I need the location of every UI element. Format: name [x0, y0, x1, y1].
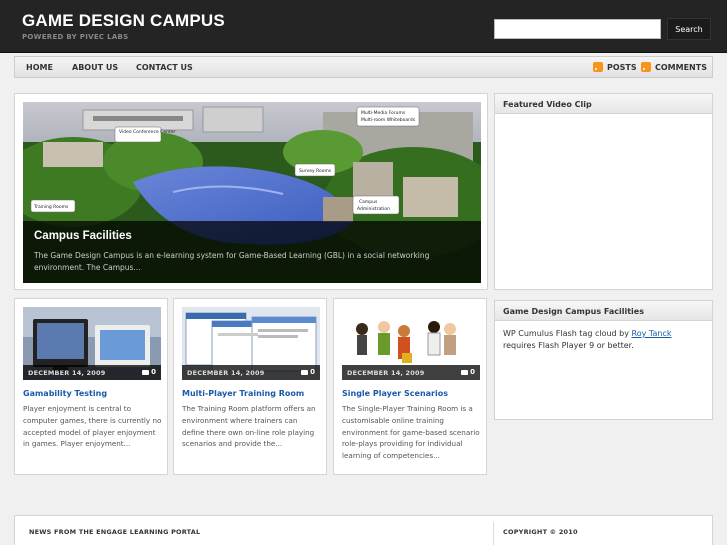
comments-feed-link[interactable]: COMMENTS	[641, 62, 707, 72]
site-header: GAME DESIGN CAMPUS POWERED BY PIVEC LABS…	[0, 0, 727, 53]
widget-title: Game Design Campus Facilities	[495, 301, 712, 321]
post-thumbnail[interactable]: DECEMBER 14, 2009 0	[23, 307, 161, 380]
comment-bubble-icon	[301, 369, 309, 375]
rss-icon	[641, 62, 651, 72]
svg-text:Multi-room Whiteboards: Multi-room Whiteboards	[361, 117, 416, 123]
post-title[interactable]: Single Player Scenarios	[342, 389, 448, 398]
post-meta-bar: DECEMBER 14, 2009 0	[23, 365, 161, 380]
comment-count[interactable]: 0	[301, 368, 315, 376]
footer-news-heading: NEWS FROM THE ENGAGE LEARNING PORTAL	[29, 528, 201, 536]
post-date: DECEMBER 14, 2009	[347, 369, 425, 377]
comment-bubble-icon	[142, 369, 150, 375]
post-title[interactable]: Multi-Player Training Room	[182, 389, 304, 398]
comments-feed-label: COMMENTS	[655, 62, 707, 72]
facilities-widget: Game Design Campus Facilities WP Cumulus…	[494, 300, 713, 420]
posts-feed-label: POSTS	[607, 62, 637, 72]
post-thumbnail[interactable]: DECEMBER 14, 2009 0	[182, 307, 320, 380]
post-title[interactable]: Gamability Testing	[23, 389, 107, 398]
post-card: DECEMBER 14, 2009 0 Gamability Testing P…	[14, 298, 168, 475]
site-tagline: POWERED BY PIVEC LABS	[22, 33, 129, 41]
nav-item-contact-us[interactable]: CONTACT US	[136, 63, 193, 72]
image-label: Video Conference Center	[119, 129, 175, 135]
post-card: DECEMBER 14, 2009 0 Single Player Scenar…	[333, 298, 487, 475]
svg-text:Multi-Media Forums: Multi-Media Forums	[361, 110, 406, 116]
post-excerpt: The Single-Player Training Room is a cus…	[342, 404, 480, 461]
rss-icon	[593, 62, 603, 72]
widget-title: Featured Video Clip	[495, 94, 712, 114]
featured-title[interactable]: Campus Facilities	[34, 230, 132, 242]
post-meta-bar: DECEMBER 14, 2009 0	[342, 365, 480, 380]
svg-text:Campus: Campus	[359, 199, 378, 205]
svg-text:Training Rooms: Training Rooms	[33, 204, 69, 210]
post-excerpt: The Training Room platform offers an env…	[182, 404, 316, 449]
comment-count[interactable]: 0	[461, 368, 475, 376]
widget-text: WP Cumulus Flash tag cloud by Roy Tanck …	[503, 329, 672, 350]
post-date: DECEMBER 14, 2009	[187, 369, 265, 377]
site-title[interactable]: GAME DESIGN CAMPUS	[22, 11, 225, 31]
footer-divider	[493, 522, 494, 545]
comment-bubble-icon	[461, 369, 469, 375]
site-footer: NEWS FROM THE ENGAGE LEARNING PORTAL COP…	[14, 515, 713, 545]
roy-tanck-link[interactable]: Roy Tanck	[632, 329, 672, 338]
nav-item-about-us[interactable]: ABOUT US	[72, 63, 118, 72]
post-date: DECEMBER 14, 2009	[28, 369, 106, 377]
featured-caption: Campus Facilities The Game Design Campus…	[23, 221, 481, 283]
main-nav: HOME ABOUT US CONTACT US POSTS COMMENTS	[14, 56, 713, 78]
comment-count[interactable]: 0	[142, 368, 156, 376]
svg-text:Survey Rooms: Survey Rooms	[299, 168, 332, 174]
footer-copyright: COPYRIGHT © 2010	[503, 528, 578, 536]
featured-excerpt: The Game Design Campus is an e-learning …	[34, 251, 430, 272]
posts-feed-link[interactable]: POSTS	[593, 62, 637, 72]
nav-item-home[interactable]: HOME	[26, 63, 53, 72]
post-meta-bar: DECEMBER 14, 2009 0	[182, 365, 320, 380]
featured-post-panel: Video Conference Center Multi-Media Foru…	[14, 93, 488, 290]
post-excerpt: Player enjoyment is central to computer …	[23, 404, 162, 449]
featured-image[interactable]: Video Conference Center Multi-Media Foru…	[23, 102, 481, 283]
post-thumbnail[interactable]: DECEMBER 14, 2009 0	[342, 307, 480, 380]
post-card: DECEMBER 14, 2009 0 Multi-Player Trainin…	[173, 298, 327, 475]
svg-text:Administration: Administration	[357, 206, 390, 212]
search-button[interactable]: Search	[667, 18, 711, 40]
search-input[interactable]	[494, 19, 661, 39]
featured-video-widget: Featured Video Clip	[494, 93, 713, 290]
